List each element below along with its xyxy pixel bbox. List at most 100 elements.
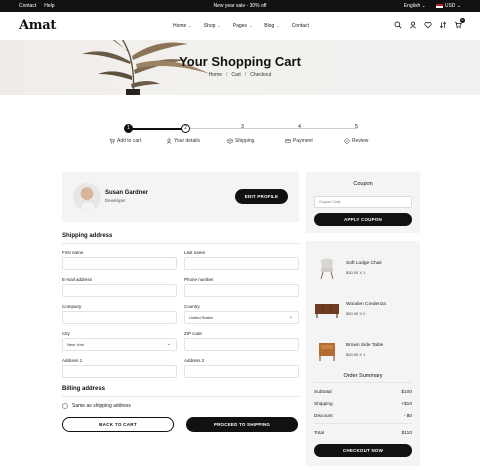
zip-label: ZIP code	[184, 331, 202, 336]
city-label: City	[62, 331, 70, 336]
box-icon	[227, 138, 233, 144]
cart-count-badge: 0	[460, 18, 465, 23]
divider	[314, 382, 412, 383]
user-icon[interactable]	[409, 21, 417, 29]
profile-role: Developer	[105, 198, 126, 203]
step-connector	[185, 128, 357, 129]
credenza-thumbnail	[315, 304, 339, 318]
coupon-title: Coupon	[353, 181, 373, 187]
step-4-marker[interactable]: 4	[295, 124, 304, 133]
same-as-shipping-checkbox[interactable]	[62, 403, 68, 409]
breadcrumb-separator: /	[225, 72, 228, 78]
breadcrumb-cart[interactable]: Cart	[231, 72, 240, 78]
cart-item-name[interactable]: Brown Side Table	[346, 343, 383, 348]
topbar-settings: English ⌄ USD ⌄	[404, 3, 461, 9]
city-select[interactable]: New York ⌄	[62, 338, 177, 351]
address2-field[interactable]	[184, 365, 299, 378]
header-icons: 0	[394, 18, 465, 29]
nav-shop[interactable]: Shop ⌄	[204, 23, 221, 29]
compare-icon[interactable]	[439, 21, 447, 29]
apply-coupon-button[interactable]: APPLY COUPON	[314, 213, 412, 226]
phone-label: Phone number	[184, 277, 214, 282]
cart-item: Wooden Credenza $50.00 X 2	[306, 290, 420, 326]
chevron-down-icon: ⌄	[166, 341, 171, 347]
same-as-shipping-label[interactable]: Same as shipping address	[72, 403, 131, 409]
cart-item-name[interactable]: Wooden Credenza	[346, 302, 386, 307]
summary-discount-row: Discount - $0	[314, 414, 412, 419]
divider	[314, 423, 412, 424]
cart-item: Soft Lodge Chair $30.00 X 1	[306, 249, 420, 285]
language-select[interactable]: English ⌄	[404, 3, 426, 9]
email-label: E-mail address	[62, 277, 93, 282]
profile-card: Susan Gardner Developer EDIT PROFILE	[62, 172, 299, 222]
chevron-down-icon: ⌄	[188, 23, 192, 28]
currency-select[interactable]: USD ⌄	[435, 3, 461, 9]
page-title: Your Shopping Cart	[179, 54, 301, 69]
nav-pages[interactable]: Pages ⌄	[233, 23, 253, 29]
chevron-down-icon: ⌄	[248, 23, 253, 28]
breadcrumb-checkout: Checkout	[250, 72, 272, 78]
proceed-to-shipping-button[interactable]: PROCEED TO SHIPPING	[186, 417, 298, 432]
company-field[interactable]	[62, 311, 177, 324]
breadcrumb: Home / Cart / Checkout	[0, 72, 480, 78]
check-circle-icon	[344, 138, 350, 144]
address1-field[interactable]	[62, 365, 177, 378]
step-2-marker[interactable]: 2	[181, 124, 190, 133]
chevron-down-icon: ⌄	[288, 314, 293, 320]
order-summary-panel: Soft Lodge Chair $30.00 X 1 Wooden Crede…	[306, 241, 420, 466]
breadcrumb-separator: /	[244, 72, 247, 78]
user-icon	[166, 138, 172, 144]
coupon-panel: Coupon Coupon Code APPLY COUPON	[306, 172, 420, 233]
cart-item-price: $30.00 X 1	[346, 270, 366, 275]
breadcrumb-home[interactable]: Home	[209, 72, 222, 78]
page-hero: Your Shopping Cart Home / Cart / Checkout	[0, 40, 480, 95]
nav-home[interactable]: Home ⌄	[173, 23, 192, 29]
divider	[62, 396, 299, 397]
phone-field[interactable]	[184, 284, 299, 297]
order-summary-title: Order Summary	[343, 373, 383, 379]
announcement-bar: Contact Help New year sale - 30% off Eng…	[0, 0, 480, 12]
billing-address-title: Billing address	[62, 386, 106, 392]
nav-blog[interactable]: Blog ⌄	[264, 23, 279, 29]
country-select[interactable]: United States ⌄	[184, 311, 299, 324]
site-header: Amat Home ⌄ Shop ⌄ Pages ⌄ Blog ⌄ Contact 0	[0, 12, 480, 40]
profile-name: Susan Gardner	[105, 190, 149, 196]
search-icon[interactable]	[394, 21, 402, 29]
step-5-marker[interactable]: 5	[352, 124, 361, 133]
chevron-down-icon: ⌄	[217, 23, 221, 28]
first-name-field[interactable]	[62, 257, 177, 270]
chair-thumbnail	[320, 258, 334, 280]
email-field[interactable]	[62, 284, 177, 297]
cart-icon	[109, 138, 115, 144]
cart-item-name[interactable]: Soft Lodge Chair	[346, 261, 382, 266]
checkout-now-button[interactable]: CHECKOUT NOW	[314, 444, 412, 457]
step-connector	[128, 127, 185, 130]
card-icon	[285, 139, 291, 144]
step-1-marker[interactable]: 1	[124, 124, 133, 133]
step-1-label: Add to cart	[109, 138, 141, 144]
summary-subtotal-row: Subtotal $100	[314, 390, 412, 395]
country-label: Country	[184, 304, 200, 309]
nav-contact[interactable]: Contact	[292, 23, 309, 29]
chevron-down-icon: ⌄	[456, 3, 461, 9]
address2-label: Address 2	[184, 358, 205, 363]
step-3-marker[interactable]: 3	[238, 124, 247, 133]
main-nav: Home ⌄ Shop ⌄ Pages ⌄ Blog ⌄ Contact	[173, 23, 309, 29]
last-name-field[interactable]	[184, 257, 299, 270]
heart-icon[interactable]	[424, 21, 432, 29]
cart-button[interactable]: 0	[454, 18, 465, 29]
edit-profile-button[interactable]: EDIT PROFILE	[235, 189, 288, 204]
step-2-label: Your details	[166, 138, 200, 144]
last-name-label: Last name	[184, 250, 206, 255]
coupon-code-input[interactable]: Coupon Code	[314, 196, 412, 208]
summary-shipping-row: Shipping +$10	[314, 402, 412, 407]
site-logo[interactable]: Amat	[19, 18, 56, 33]
cart-item: Brown Side Table $30.00 X 1	[306, 331, 420, 367]
step-5-label: Review	[344, 138, 368, 144]
cart-item-price: $50.00 X 2	[346, 311, 366, 316]
shipping-address-title: Shipping address	[62, 233, 113, 239]
us-flag-icon	[435, 3, 443, 8]
side-table-thumbnail	[319, 343, 335, 361]
back-to-cart-button[interactable]: BACK TO CART	[62, 417, 174, 432]
zip-field[interactable]	[184, 338, 299, 351]
